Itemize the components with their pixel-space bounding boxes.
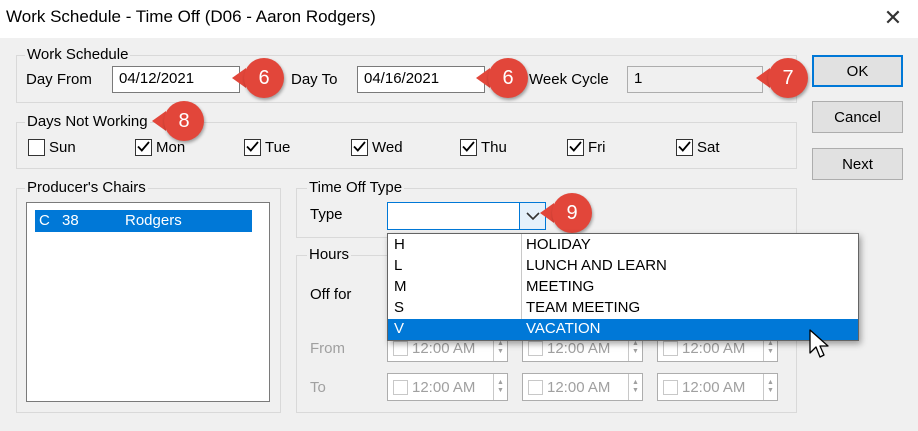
option-code: H bbox=[394, 236, 405, 253]
type-combobox[interactable] bbox=[387, 202, 546, 230]
day-label: Wed bbox=[372, 139, 403, 156]
checkbox-box[interactable] bbox=[676, 139, 693, 156]
callout-badge-7: 7 bbox=[768, 58, 808, 98]
producers-chairs-legend: Producer's Chairs bbox=[25, 179, 148, 196]
spinner-icon[interactable]: ▲ ▼ bbox=[628, 374, 642, 400]
time-value: 12:00 AM bbox=[682, 339, 746, 357]
callout-badge-8: 8 bbox=[164, 101, 204, 141]
to-time-picker-3[interactable]: 12:00 AM ▲ ▼ bbox=[657, 373, 778, 401]
close-icon[interactable]: ✕ bbox=[876, 2, 910, 34]
time-enable-checkbox[interactable] bbox=[528, 379, 543, 395]
day-label: Sun bbox=[49, 139, 76, 156]
work-schedule-legend: Work Schedule bbox=[25, 46, 131, 63]
chair-name: Rodgers bbox=[125, 212, 182, 229]
day-to-label: Day To bbox=[291, 71, 338, 88]
day-from-field[interactable]: 04/12/2021 bbox=[112, 66, 240, 93]
dropdown-option-s[interactable]: S TEAM MEETING bbox=[388, 298, 858, 319]
window-title: Work Schedule - Time Off (D06 - Aaron Ro… bbox=[6, 7, 376, 26]
option-name: HOLIDAY bbox=[526, 236, 591, 253]
option-code: V bbox=[394, 320, 405, 337]
dropdown-option-h[interactable]: H HOLIDAY bbox=[388, 235, 858, 256]
check-icon bbox=[353, 139, 366, 157]
time-enable-checkbox[interactable] bbox=[663, 340, 678, 356]
check-icon bbox=[569, 139, 582, 157]
callout-badge-6a: 6 bbox=[244, 58, 284, 98]
week-cycle-field[interactable]: 1 bbox=[627, 66, 763, 93]
cancel-button[interactable]: Cancel bbox=[812, 101, 903, 133]
from-label: From bbox=[310, 340, 345, 357]
callout-badge-9: 9 bbox=[552, 193, 592, 233]
day-label: Tue bbox=[265, 139, 291, 156]
week-cycle-label: Week Cycle bbox=[529, 71, 609, 88]
type-dropdown-list[interactable]: H HOLIDAY L LUNCH AND LEARN M MEETING S … bbox=[387, 233, 859, 341]
day-checkbox-sun[interactable]: Sun bbox=[28, 139, 76, 156]
time-value: 12:00 AM bbox=[547, 378, 611, 396]
spinner-icon[interactable]: ▲ ▼ bbox=[763, 374, 777, 400]
option-code: L bbox=[394, 257, 403, 274]
option-name: TEAM MEETING bbox=[526, 299, 641, 316]
time-value: 12:00 AM bbox=[412, 339, 476, 357]
check-icon bbox=[678, 139, 691, 157]
dropdown-option-l[interactable]: L LUNCH AND LEARN bbox=[388, 256, 858, 277]
day-checkbox-sat[interactable]: Sat bbox=[676, 139, 720, 156]
day-label: Thu bbox=[481, 139, 507, 156]
option-code: S bbox=[394, 299, 405, 316]
day-from-label: Day From bbox=[26, 71, 92, 88]
chair-code: C bbox=[39, 212, 50, 229]
checkbox-box[interactable] bbox=[244, 139, 261, 156]
checkbox-box[interactable] bbox=[28, 139, 45, 156]
day-checkbox-tue[interactable]: Tue bbox=[244, 139, 290, 156]
option-name: VACATION bbox=[526, 320, 601, 337]
chair-number: 38 bbox=[62, 212, 79, 229]
to-label: To bbox=[310, 379, 326, 396]
time-enable-checkbox[interactable] bbox=[393, 379, 408, 395]
producers-chairs-list[interactable] bbox=[26, 202, 270, 402]
day-checkbox-thu[interactable]: Thu bbox=[460, 139, 507, 156]
chevron-down-icon bbox=[525, 211, 540, 220]
list-item[interactable]: C 38 Rodgers bbox=[35, 210, 252, 232]
to-time-picker-1[interactable]: 12:00 AM ▲ ▼ bbox=[387, 373, 508, 401]
checkbox-box[interactable] bbox=[567, 139, 584, 156]
day-label: Sat bbox=[697, 139, 720, 156]
ok-button[interactable]: OK bbox=[812, 55, 903, 87]
check-icon bbox=[462, 139, 475, 157]
option-name: MEETING bbox=[526, 278, 595, 295]
callout-badge-6b: 6 bbox=[488, 58, 528, 98]
to-time-picker-2[interactable]: 12:00 AM ▲ ▼ bbox=[522, 373, 643, 401]
day-checkbox-mon[interactable]: Mon bbox=[135, 139, 185, 156]
dropdown-option-v[interactable]: V VACATION bbox=[388, 319, 858, 340]
check-icon bbox=[137, 139, 150, 157]
spinner-icon[interactable]: ▲ ▼ bbox=[493, 374, 507, 400]
dropdown-option-m[interactable]: M MEETING bbox=[388, 277, 858, 298]
time-value: 12:00 AM bbox=[412, 378, 476, 396]
time-enable-checkbox[interactable] bbox=[663, 379, 678, 395]
type-label: Type bbox=[310, 206, 343, 223]
day-checkbox-fri[interactable]: Fri bbox=[567, 139, 606, 156]
day-label: Mon bbox=[156, 139, 186, 156]
day-checkbox-wed[interactable]: Wed bbox=[351, 139, 403, 156]
days-not-working-legend: Days Not Working bbox=[25, 113, 150, 130]
check-icon bbox=[246, 139, 259, 157]
time-off-type-legend: Time Off Type bbox=[307, 179, 405, 196]
time-enable-checkbox[interactable] bbox=[393, 340, 408, 356]
hours-legend: Hours bbox=[307, 246, 352, 263]
day-to-field[interactable]: 04/16/2021 bbox=[357, 66, 485, 93]
option-name: LUNCH AND LEARN bbox=[526, 257, 667, 274]
off-for-label: Off for bbox=[310, 286, 352, 303]
checkbox-box[interactable] bbox=[460, 139, 477, 156]
next-button[interactable]: Next bbox=[812, 148, 903, 180]
checkbox-box[interactable] bbox=[135, 139, 152, 156]
time-value: 12:00 AM bbox=[682, 378, 746, 396]
time-value: 12:00 AM bbox=[547, 339, 611, 357]
mouse-pointer-icon bbox=[809, 329, 829, 358]
time-enable-checkbox[interactable] bbox=[528, 340, 543, 356]
checkbox-box[interactable] bbox=[351, 139, 368, 156]
option-code: M bbox=[394, 278, 407, 295]
day-label: Fri bbox=[588, 139, 606, 156]
